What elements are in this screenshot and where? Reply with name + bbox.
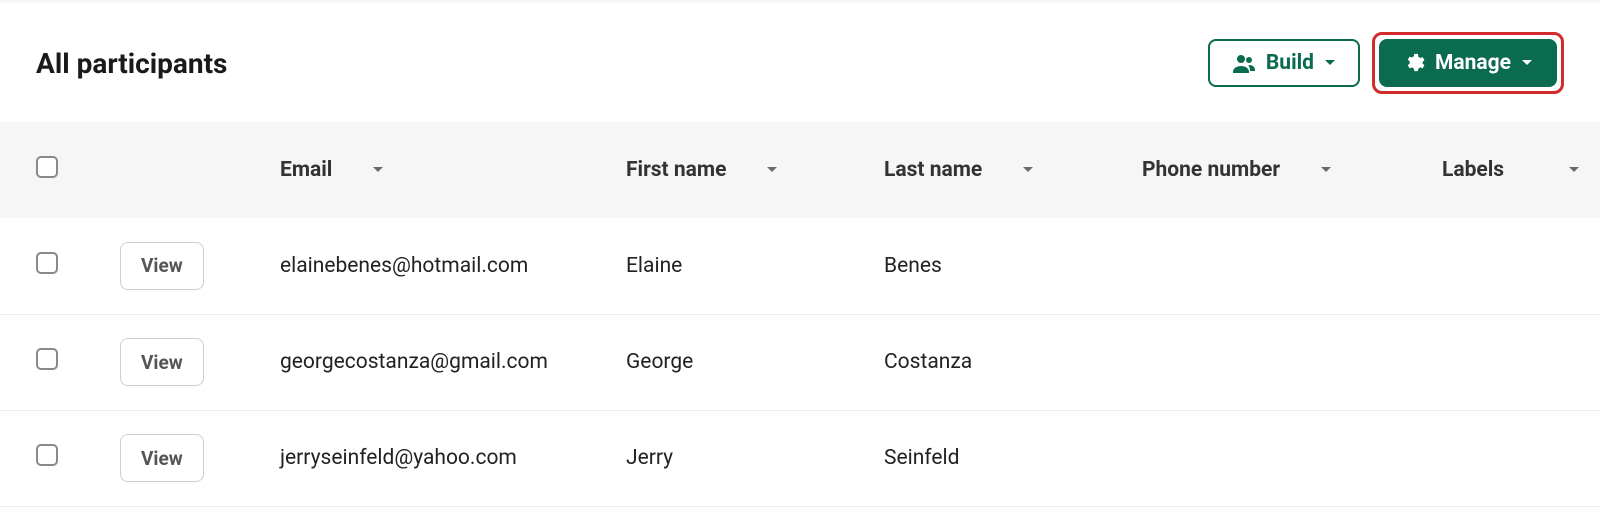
column-label: Phone number (1142, 158, 1280, 182)
build-button-label: Build (1266, 53, 1314, 74)
table-row: View jerryseinfeld@yahoo.com Jerry Seinf… (0, 410, 1600, 506)
row-checkbox[interactable] (36, 252, 58, 274)
cell-last-name: Benes (884, 218, 1142, 314)
caret-down-icon (1320, 166, 1332, 174)
column-header-first-name[interactable]: First name (626, 122, 884, 218)
column-label: Last name (884, 158, 982, 182)
manage-button-highlight: Manage (1372, 32, 1564, 94)
page-title: All participants (36, 47, 227, 80)
column-header-email[interactable]: Email (280, 122, 626, 218)
manage-button-label: Manage (1435, 53, 1511, 74)
caret-down-icon (1568, 166, 1580, 174)
cell-phone (1142, 314, 1442, 410)
cell-email: jerryseinfeld@yahoo.com (280, 410, 626, 506)
view-button[interactable]: View (120, 242, 204, 290)
table-row: View georgecostanza@gmail.com George Cos… (0, 314, 1600, 410)
participants-table: Email First name Last name (0, 122, 1600, 507)
manage-button[interactable]: Manage (1379, 39, 1557, 87)
cell-labels (1442, 410, 1600, 506)
table-header-row: Email First name Last name (0, 122, 1600, 218)
view-button[interactable]: View (120, 338, 204, 386)
row-checkbox[interactable] (36, 444, 58, 466)
column-label: Labels (1442, 158, 1504, 182)
cell-email: elainebenes@hotmail.com (280, 218, 626, 314)
view-button[interactable]: View (120, 434, 204, 482)
cell-phone (1142, 410, 1442, 506)
cell-last-name: Seinfeld (884, 410, 1142, 506)
cell-first-name: Elaine (626, 218, 884, 314)
cell-last-name: Costanza (884, 314, 1142, 410)
caret-down-icon (1324, 59, 1336, 67)
cell-labels (1442, 218, 1600, 314)
cell-phone (1142, 218, 1442, 314)
caret-down-icon (766, 166, 778, 174)
column-label: First name (626, 158, 726, 182)
cell-first-name: Jerry (626, 410, 884, 506)
cell-first-name: George (626, 314, 884, 410)
cell-email: georgecostanza@gmail.com (280, 314, 626, 410)
column-header-last-name[interactable]: Last name (884, 122, 1142, 218)
gear-icon (1403, 52, 1425, 74)
select-all-checkbox[interactable] (36, 156, 58, 178)
cell-labels (1442, 314, 1600, 410)
table-row: View elainebenes@hotmail.com Elaine Bene… (0, 218, 1600, 314)
people-icon (1232, 53, 1256, 73)
caret-down-icon (1022, 166, 1034, 174)
column-header-phone[interactable]: Phone number (1142, 122, 1442, 218)
header-actions: Build Manage (1208, 32, 1564, 94)
build-button[interactable]: Build (1208, 39, 1360, 87)
column-label: Email (280, 158, 332, 182)
column-header-labels[interactable]: Labels (1442, 122, 1600, 218)
caret-down-icon (372, 166, 384, 174)
caret-down-icon (1521, 59, 1533, 67)
page-header: All participants Build (0, 4, 1600, 122)
row-checkbox[interactable] (36, 348, 58, 370)
